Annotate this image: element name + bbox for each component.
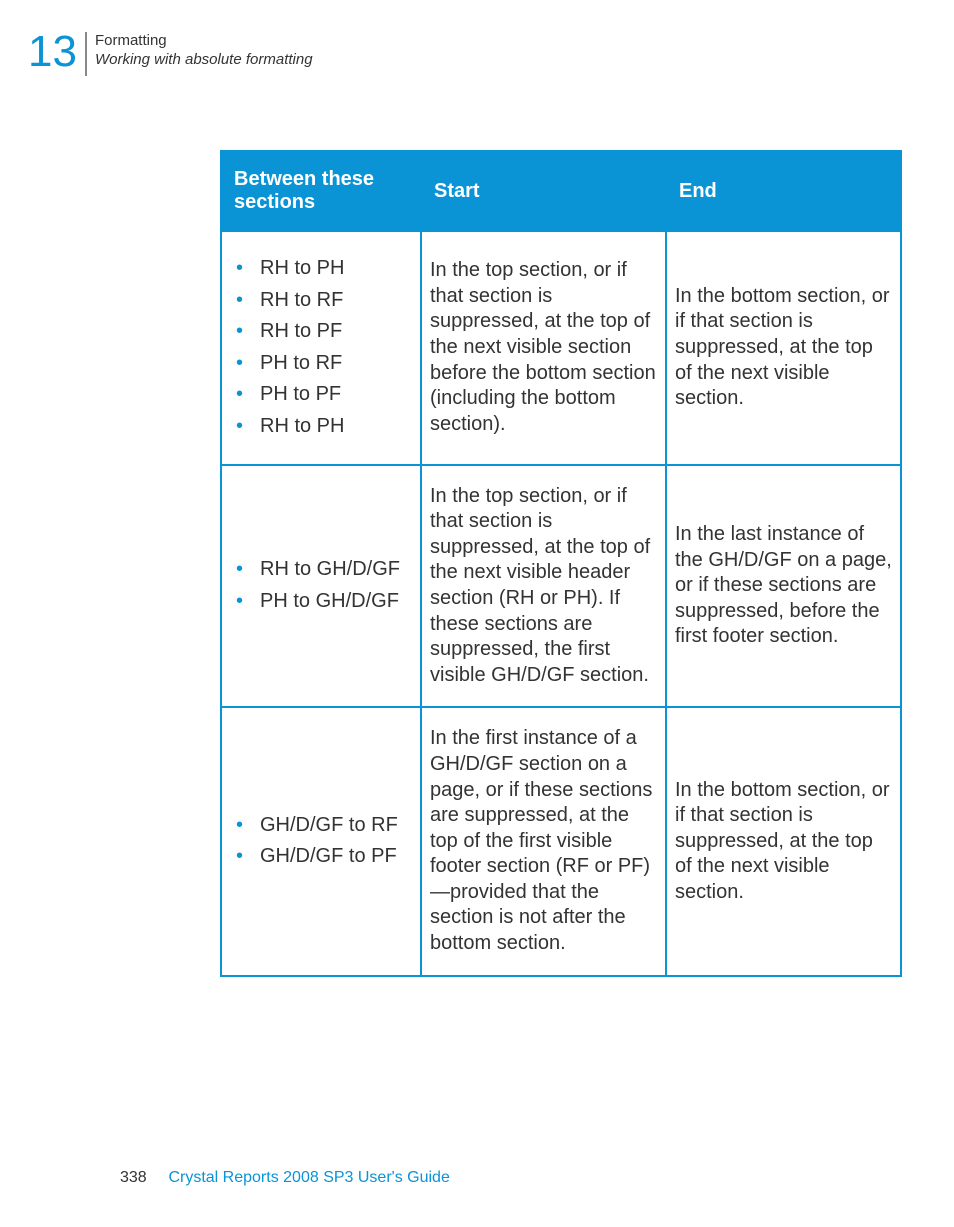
cell-end: In the last instance of the GH/D/GF on a… (666, 465, 901, 708)
list-item: RH to RF (230, 288, 412, 314)
cell-start: In the first instance of a GH/D/GF secti… (421, 707, 666, 975)
bullet-list: RH to PH RH to RF RH to PF PH to RF PH t… (230, 256, 412, 440)
bullet-list: GH/D/GF to RF GH/D/GF to PF (230, 813, 412, 870)
list-item: RH to GH/D/GF (230, 557, 412, 583)
list-item: PH to GH/D/GF (230, 589, 412, 615)
table-row: RH to GH/D/GF PH to GH/D/GF In the top s… (221, 465, 901, 708)
table-header-row: Between these sections Start End (221, 151, 901, 231)
doc-title: Crystal Reports 2008 SP3 User's Guide (168, 1169, 449, 1186)
list-item: GH/D/GF to PF (230, 844, 412, 870)
list-item: GH/D/GF to RF (230, 813, 412, 839)
list-item: RH to PH (230, 256, 412, 282)
cell-between: RH to GH/D/GF PH to GH/D/GF (221, 465, 421, 708)
page-header: 13 Formatting Working with absolute form… (28, 30, 313, 76)
cell-start: In the top section, or if that section i… (421, 231, 666, 465)
header-divider (85, 32, 87, 76)
header-text-block: Formatting Working with absolute formatt… (95, 30, 313, 70)
list-item: RH to PH (230, 414, 412, 440)
col-header-start: Start (421, 151, 666, 231)
table-row: RH to PH RH to RF RH to PF PH to RF PH t… (221, 231, 901, 465)
col-header-end: End (666, 151, 901, 231)
cell-end: In the bottom section, or if that sectio… (666, 707, 901, 975)
page-body: Between these sections Start End RH to P… (220, 150, 900, 977)
list-item: RH to PF (230, 319, 412, 345)
page-number: 338 (120, 1169, 164, 1187)
cell-between: GH/D/GF to RF GH/D/GF to PF (221, 707, 421, 975)
chapter-subtitle: Working with absolute formatting (95, 51, 313, 70)
chapter-number: 13 (28, 30, 77, 74)
col-header-between: Between these sections (221, 151, 421, 231)
list-item: PH to RF (230, 351, 412, 377)
table-row: GH/D/GF to RF GH/D/GF to PF In the first… (221, 707, 901, 975)
cell-start: In the top section, or if that section i… (421, 465, 666, 708)
chapter-title: Formatting (95, 32, 313, 51)
cell-end: In the bottom section, or if that sectio… (666, 231, 901, 465)
list-item: PH to PF (230, 382, 412, 408)
page-footer: 338 Crystal Reports 2008 SP3 User's Guid… (120, 1169, 450, 1187)
formatting-table: Between these sections Start End RH to P… (220, 150, 902, 977)
bullet-list: RH to GH/D/GF PH to GH/D/GF (230, 557, 412, 614)
cell-between: RH to PH RH to RF RH to PF PH to RF PH t… (221, 231, 421, 465)
